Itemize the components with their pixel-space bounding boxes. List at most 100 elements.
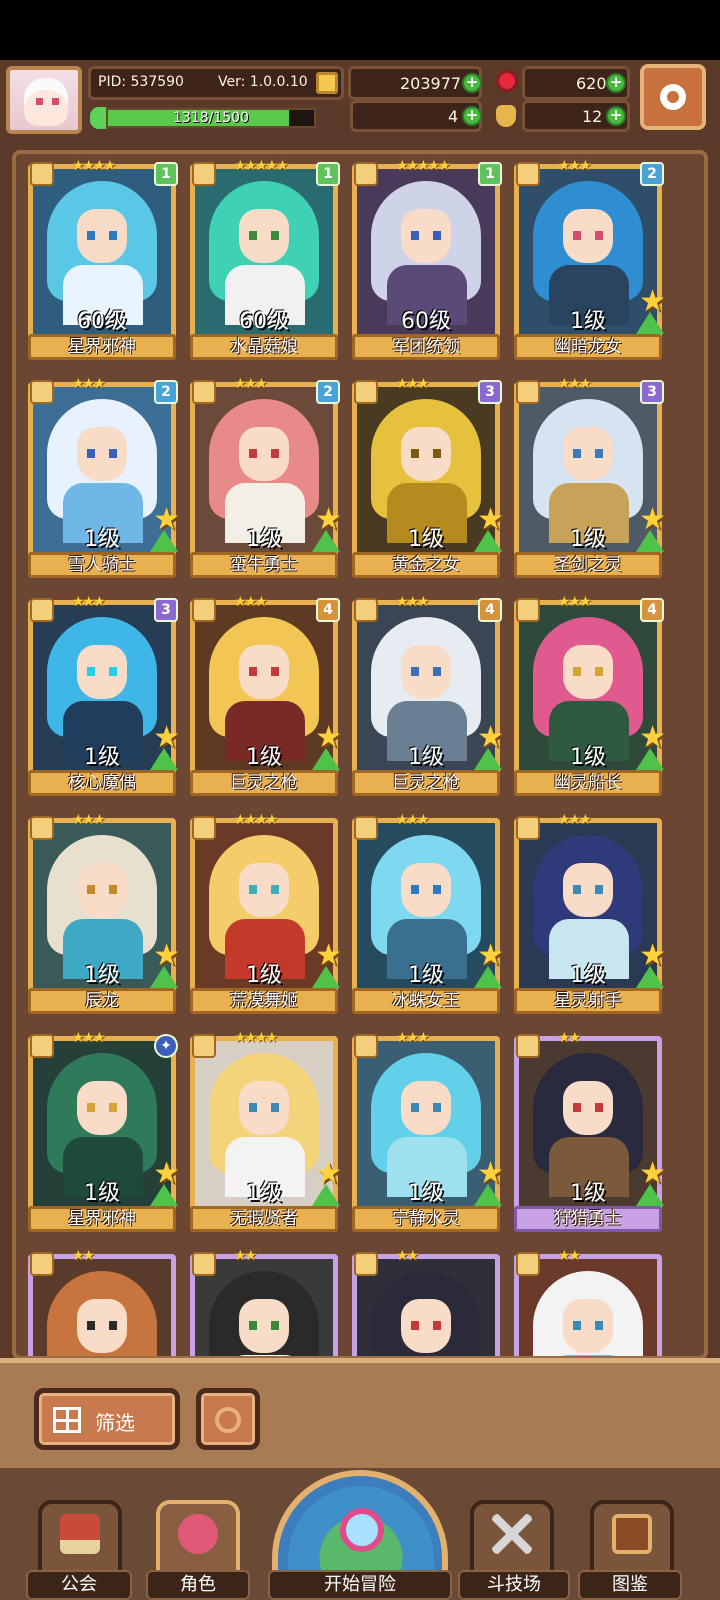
level-up-arrow-icon[interactable]	[150, 1184, 178, 1206]
player-avatar[interactable]	[6, 66, 82, 134]
portrait-eye-right	[109, 885, 117, 894]
tier-badge: 2	[316, 380, 340, 404]
portrait-face	[563, 427, 613, 481]
portrait-face	[77, 427, 127, 481]
level-up-arrow-icon[interactable]	[150, 748, 178, 770]
name-plate: 水晶菇娘	[190, 334, 338, 360]
level-up-arrow-icon[interactable]	[636, 748, 664, 770]
role-icon	[354, 598, 378, 622]
nav-guild-label[interactable]: 公会	[26, 1570, 132, 1600]
portrait-face	[563, 645, 613, 699]
level-up-arrow-icon[interactable]	[312, 748, 340, 770]
level-up-arrow-icon[interactable]	[312, 966, 340, 988]
portrait-face	[563, 1081, 613, 1135]
status-bar	[0, 0, 720, 60]
level-up-arrow-icon[interactable]	[474, 1184, 502, 1206]
portrait-face	[239, 645, 289, 699]
character-card[interactable]: 1级 ★★★ ✦ 星界邪神 ★	[28, 1030, 180, 1234]
settings-button[interactable]	[640, 64, 706, 130]
card-stars: ★★	[396, 1248, 419, 1264]
character-card[interactable]: 1级 ★★★ 4 巨灵之枪 ★	[190, 594, 342, 798]
portrait-eye-left	[411, 231, 419, 240]
level-up-arrow-icon[interactable]	[474, 530, 502, 552]
character-card[interactable]: ★★	[514, 1248, 662, 1356]
add-gems-button[interactable]: +	[606, 73, 626, 93]
character-card[interactable]: 1级 ★★★ 3 黄金之女 ★	[352, 376, 504, 580]
portrait-eye-left	[411, 667, 419, 676]
role-icon	[354, 1034, 378, 1058]
level-up-arrow-icon[interactable]	[636, 312, 664, 334]
role-icon	[192, 162, 216, 186]
level-up-arrow-icon[interactable]	[312, 1184, 340, 1206]
character-card[interactable]: 1级 ★★★ 2 蛮牛勇士 ★	[190, 376, 342, 580]
character-card[interactable]: 1级 ★★★ 2 幽暗龙女 ★	[514, 158, 666, 362]
level-up-arrow-icon[interactable]	[312, 530, 340, 552]
reset-filter-button[interactable]	[196, 1388, 260, 1450]
portrait-eye-left	[87, 449, 95, 458]
character-card[interactable]: 1级 ★★★ 4 幽灵船长 ★	[514, 594, 666, 798]
tier-badge: 4	[478, 598, 502, 622]
character-card[interactable]: 1级 ★★★ 星灵射手 ★	[514, 812, 666, 1016]
character-card[interactable]: 1级 ★★★ 2 雪人骑士 ★	[28, 376, 180, 580]
character-name: 辰龙	[85, 991, 119, 1011]
nav-codex-label[interactable]: 图鉴	[578, 1570, 682, 1600]
level-up-arrow-icon[interactable]	[474, 748, 502, 770]
card-stars: ★★★	[72, 594, 106, 610]
card-stars: ★★	[234, 1248, 257, 1264]
portrait-eye-left	[249, 885, 257, 894]
coin-icon	[316, 72, 338, 94]
portrait-eye-right	[433, 449, 441, 458]
character-card[interactable]: 60级 ★★★★★ 1 军团统领	[352, 158, 502, 362]
card-stars: ★★★	[234, 376, 268, 392]
character-card[interactable]: 1级 ★★★ 冰蛛女王 ★	[352, 812, 504, 1016]
level-up-arrow-icon[interactable]	[636, 530, 664, 552]
character-card[interactable]: 1级 ★★★★ 无瑕贤者 ★	[190, 1030, 342, 1234]
character-card[interactable]: ★★	[28, 1248, 176, 1356]
add-potions-button[interactable]: +	[606, 106, 626, 126]
character-card[interactable]: ★★	[190, 1248, 338, 1356]
tier-badge: 4	[640, 598, 664, 622]
portrait-eye-left	[411, 1103, 419, 1112]
character-card[interactable]: 1级 ★★★ 4 巨灵之枪 ★	[352, 594, 504, 798]
coin-amount: 203977	[400, 74, 462, 93]
character-name: 核心魔偶	[68, 773, 136, 793]
character-card[interactable]: 1级 ★★★ 辰龙 ★	[28, 812, 180, 1016]
portrait-eye-left	[87, 1321, 95, 1330]
role-icon	[516, 1252, 540, 1276]
level-up-arrow-icon[interactable]	[636, 1184, 664, 1206]
add-clovers-button[interactable]: +	[462, 106, 482, 126]
nav-character-label[interactable]: 角色	[146, 1570, 250, 1600]
level-up-arrow-icon[interactable]	[636, 966, 664, 988]
character-card[interactable]: 1级 ★★★ 宁静水灵 ★	[352, 1030, 504, 1234]
name-plate: 幽暗龙女	[514, 334, 662, 360]
card-stars: ★★★	[72, 376, 106, 392]
clover-amount: 4	[448, 107, 459, 126]
character-name: 宁静水灵	[392, 1209, 460, 1229]
level-up-arrow-icon[interactable]	[150, 966, 178, 988]
card-stars: ★★★★	[72, 158, 116, 174]
portrait-eye-left	[411, 449, 419, 458]
character-card[interactable]: ★★	[352, 1248, 500, 1356]
character-card[interactable]: 1级 ★★★★ 荒漠舞姬 ★	[190, 812, 342, 1016]
nav-arena-label[interactable]: 斗技场	[458, 1570, 570, 1600]
portrait-eye-right	[433, 231, 441, 240]
role-icon	[354, 380, 378, 404]
level-up-arrow-icon[interactable]	[474, 966, 502, 988]
portrait-eye-left	[87, 231, 95, 240]
character-name: 狩猎勇士	[554, 1209, 622, 1229]
name-plate: 星界邪神	[28, 1206, 176, 1232]
add-coins-button[interactable]: +	[462, 73, 482, 93]
card-stars: ★★★	[72, 812, 106, 828]
portrait-face	[77, 645, 127, 699]
character-card[interactable]: 60级 ★★★★★ 1 水晶菇娘	[190, 158, 340, 362]
portrait-eye-right	[595, 231, 603, 240]
level-up-arrow-icon[interactable]	[150, 530, 178, 552]
character-card[interactable]: 1级 ★★★ 3 核心魔偶 ★	[28, 594, 180, 798]
character-card[interactable]: 60级 ★★★★ 1 星界邪神	[28, 158, 178, 362]
filter-button[interactable]: 筛选	[34, 1388, 180, 1450]
role-icon	[192, 380, 216, 404]
nav-start-label[interactable]: 开始冒险	[268, 1570, 452, 1600]
character-card[interactable]: 1级 ★★★ 3 圣剑之灵 ★	[514, 376, 666, 580]
portrait-eye-right	[271, 231, 279, 240]
character-card[interactable]: 1级 ★★ 狩猎勇士 ★	[514, 1030, 666, 1234]
